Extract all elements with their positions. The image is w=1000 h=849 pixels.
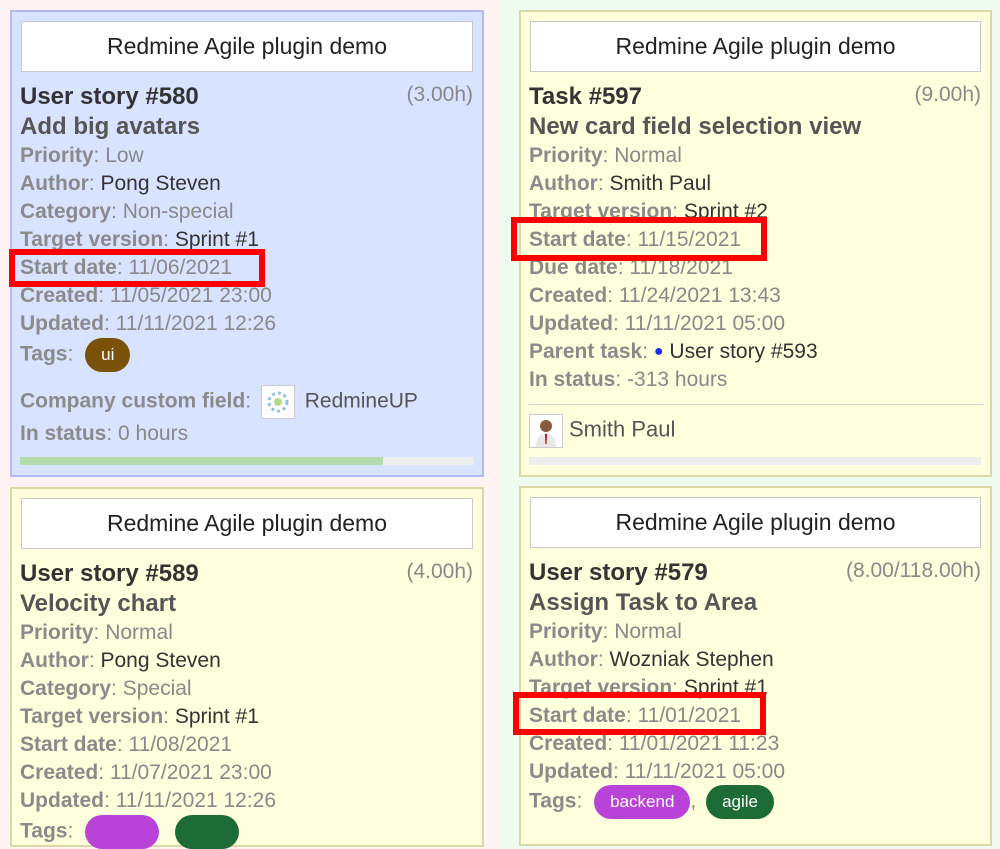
- card-fields: Priority: Normal Author: Smith Paul Targ…: [529, 142, 818, 394]
- field-priority: Priority: Normal: [529, 620, 682, 643]
- progress-bar: [529, 457, 981, 465]
- field-author: Author: Wozniak Stephen: [529, 648, 774, 671]
- divider: [529, 404, 983, 405]
- start-date-highlight: [513, 692, 766, 735]
- field-start-date: Start date: 11/08/2021: [20, 733, 233, 756]
- tag-agile[interactable]: agile: [706, 785, 775, 819]
- issue-subject-link[interactable]: Velocity chart: [20, 590, 176, 618]
- tag-ui[interactable]: ui: [85, 338, 131, 372]
- card-fields: Priority: Normal Author: Pong Steven Cat…: [20, 619, 276, 815]
- field-author: Author: Pong Steven: [20, 172, 221, 195]
- project-name: Redmine Agile plugin demo: [21, 21, 473, 72]
- progress-bar: [20, 457, 474, 465]
- field-priority: Priority: Normal: [529, 144, 682, 167]
- avatar: [529, 414, 563, 448]
- field-updated: Updated: 11/11/2021 12:26: [20, 312, 277, 335]
- field-company-custom: Company custom field: RedmineUP: [20, 385, 418, 419]
- field-updated: Updated: 11/11/2021 05:00: [529, 760, 786, 783]
- estimated-hours: (3.00h): [406, 83, 473, 106]
- field-updated: Updated: 11/11/2021 12:26: [20, 789, 277, 812]
- field-created: Created: 11/07/2021 23:00: [20, 761, 272, 784]
- field-updated: Updated: 11/11/2021 05:00: [529, 312, 786, 335]
- project-name: Redmine Agile plugin demo: [21, 498, 473, 549]
- tag-pill[interactable]: [174, 815, 239, 849]
- estimated-hours: (4.00h): [406, 560, 473, 583]
- assignee: Smith Paul: [529, 414, 675, 448]
- company-logo-icon: [260, 385, 295, 419]
- agile-card-589[interactable]: Redmine Agile plugin demo User story #58…: [10, 487, 484, 849]
- issue-subject-link[interactable]: Assign Task to Area: [529, 589, 757, 617]
- field-created: Created: 11/24/2021 13:43: [529, 284, 781, 307]
- card-fields: Priority: Low Author: Pong Steven Catego…: [20, 142, 276, 338]
- tag-backend[interactable]: backend: [594, 785, 691, 819]
- field-in-status: In status: -313 hours: [529, 368, 728, 391]
- progress-fill: [20, 457, 384, 465]
- issue-subject-link[interactable]: Add big avatars: [20, 113, 200, 141]
- project-name: Redmine Agile plugin demo: [530, 21, 981, 72]
- field-target-version: Target version: Sprint #1: [20, 705, 259, 728]
- issue-title-link[interactable]: User story #589: [20, 560, 199, 588]
- field-in-status: In status: 0 hours: [20, 422, 189, 445]
- bullet-icon: ●: [653, 343, 664, 360]
- estimated-hours: (8.00/118.00h): [845, 559, 981, 582]
- estimated-hours: (9.00h): [914, 83, 981, 106]
- field-tags: Tags:: [20, 815, 239, 849]
- start-date-highlight: [9, 249, 265, 287]
- field-priority: Priority: Normal: [20, 621, 173, 644]
- field-tags: Tags: backend, agile: [529, 785, 775, 819]
- issue-title-link[interactable]: User story #579: [529, 559, 708, 587]
- field-parent-task: Parent task: ● User story #593: [529, 340, 818, 363]
- field-category: Category: Special: [20, 677, 192, 700]
- tag-pill[interactable]: [85, 815, 160, 849]
- field-tags: Tags: ui: [20, 338, 131, 372]
- project-name: Redmine Agile plugin demo: [530, 497, 981, 548]
- parent-task-link[interactable]: User story #593: [669, 340, 817, 363]
- field-priority: Priority: Low: [20, 144, 144, 167]
- field-author: Author: Pong Steven: [20, 649, 221, 672]
- issue-title-link[interactable]: Task #597: [529, 83, 642, 111]
- agile-card-580[interactable]: Redmine Agile plugin demo User story #58…: [10, 10, 484, 477]
- start-date-highlight: [511, 217, 767, 261]
- issue-title-link[interactable]: User story #580: [20, 83, 199, 111]
- issue-subject-link[interactable]: New card field selection view: [529, 113, 861, 141]
- field-category: Category: Non-special: [20, 200, 234, 223]
- agile-card-579[interactable]: Redmine Agile plugin demo User story #57…: [519, 486, 992, 846]
- field-author: Author: Smith Paul: [529, 172, 712, 195]
